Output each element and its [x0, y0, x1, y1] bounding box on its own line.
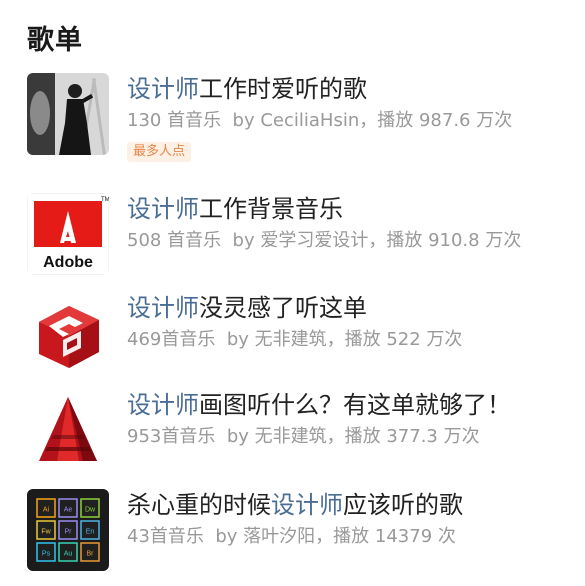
playlist-item[interactable]: Adobe TM 设计师工作背景音乐 508 首音乐 by 爱学习爱设计，播放 …: [0, 193, 585, 289]
adobe-logo-icon: Adobe TM: [27, 193, 109, 275]
app-tile-icon: En: [80, 520, 100, 540]
title-text: 杀心重的时候: [127, 491, 271, 519]
play-count: 播放 910.8 万次: [386, 230, 522, 251]
playlist-item[interactable]: Ai Ae Dw Fw Pr En Ps Au Br 杀心重的时候设计师应该听的歌 43首音乐 …: [0, 489, 585, 586]
app-tile-icon: Dw: [80, 498, 100, 518]
title-text: 工作背景音乐: [199, 195, 343, 223]
adobe-suite-grid-icon: Ai Ae Dw Fw Pr En Ps Au Br: [27, 489, 109, 571]
playlist-meta: 953首音乐 by 无非建筑，播放 377.3 万次: [127, 424, 575, 450]
track-count: 130 首音乐: [127, 110, 222, 131]
app-tile-label: Dw: [85, 507, 96, 514]
playlist-title[interactable]: 设计师画图听什么？有这单就够了！: [127, 389, 575, 421]
playlist-title[interactable]: 设计师没灵感了听这单: [127, 292, 575, 324]
playlist-cover: Ai Ae Dw Fw Pr En Ps Au Br: [27, 489, 109, 571]
photo-cover-icon: [27, 73, 109, 155]
app-tile-label: Pr: [65, 529, 73, 536]
by-label: by: [215, 526, 238, 547]
app-tile-icon: Pr: [58, 520, 78, 540]
by-label: by: [232, 230, 255, 251]
author-name[interactable]: 爱学习爱设计，: [260, 230, 386, 251]
title-text: 画图听什么？有这单就够了！: [199, 391, 511, 419]
author-name[interactable]: 落叶汐阳，: [243, 526, 333, 547]
title-highlight: 设计师: [127, 294, 199, 322]
playlist-item[interactable]: 设计师没灵感了听这单 469首音乐 by 无非建筑，播放 522 万次: [0, 292, 585, 388]
section-title: 歌单: [27, 25, 83, 56]
title-text: 工作时爱听的歌: [199, 75, 367, 103]
playlist-cover: Adobe TM: [27, 193, 109, 275]
app-tile-label: Ai: [43, 507, 50, 514]
playlist-item[interactable]: 设计师工作时爱听的歌 130 首音乐 by CeciliaHsin，播放 987…: [0, 73, 585, 185]
app-tile-icon: Fw: [36, 520, 56, 540]
play-count: 播放 14379 次: [333, 526, 456, 547]
popular-badge: 最多人点: [127, 142, 192, 162]
by-label: by: [232, 110, 255, 131]
by-label: by: [226, 329, 249, 350]
track-count: 953首音乐: [127, 426, 216, 447]
playlist-meta: 43首音乐 by 落叶汐阳，播放 14379 次: [127, 524, 575, 550]
app-tile-icon: Au: [58, 542, 78, 562]
play-count: 播放 987.6 万次: [377, 110, 513, 131]
playlist-cover: [27, 292, 109, 374]
app-tile-label: Au: [64, 551, 73, 558]
playlist-meta: 469首音乐 by 无非建筑，播放 522 万次: [127, 327, 575, 353]
author-name[interactable]: CeciliaHsin，: [260, 110, 377, 131]
app-tile-icon: Ae: [58, 498, 78, 518]
playlist-cover: [27, 389, 109, 471]
sketchup-logo-icon: [27, 292, 109, 374]
app-tile-icon: Br: [80, 542, 100, 562]
app-tile-icon: Ai: [36, 498, 56, 518]
play-count: 播放 522 万次: [344, 329, 463, 350]
play-count: 播放 377.3 万次: [344, 426, 480, 447]
trademark-mark: TM: [101, 197, 109, 203]
playlist-meta: 130 首音乐 by CeciliaHsin，播放 987.6 万次: [127, 108, 575, 134]
playlist-title[interactable]: 设计师工作时爱听的歌: [127, 73, 575, 105]
app-tile-label: Ps: [42, 551, 51, 558]
track-count: 508 首音乐: [127, 230, 222, 251]
author-name[interactable]: 无非建筑，: [255, 329, 345, 350]
title-text: 应该听的歌: [343, 491, 463, 519]
adobe-wordmark: Adobe: [43, 254, 93, 271]
autocad-logo-icon: [27, 389, 109, 471]
by-label: by: [226, 426, 249, 447]
playlist-cover: [27, 73, 109, 155]
title-highlight: 设计师: [127, 391, 199, 419]
track-count: 43首音乐: [127, 526, 204, 547]
playlist-meta: 508 首音乐 by 爱学习爱设计，播放 910.8 万次: [127, 228, 575, 254]
author-name[interactable]: 无非建筑，: [255, 426, 345, 447]
title-highlight: 设计师: [127, 75, 199, 103]
playlist-title[interactable]: 设计师工作背景音乐: [127, 193, 575, 225]
playlist-item[interactable]: 设计师画图听什么？有这单就够了！ 953首音乐 by 无非建筑，播放 377.3…: [0, 389, 585, 485]
track-count: 469首音乐: [127, 329, 216, 350]
title-text: 没灵感了听这单: [199, 294, 367, 322]
app-tile-label: Fw: [41, 529, 51, 536]
app-tile-label: En: [86, 529, 95, 536]
playlist-title[interactable]: 杀心重的时候设计师应该听的歌: [127, 489, 575, 521]
app-tile-label: Br: [87, 551, 95, 558]
app-tile-label: Ae: [64, 507, 73, 514]
title-highlight: 设计师: [271, 491, 343, 519]
title-highlight: 设计师: [127, 195, 199, 223]
app-tile-icon: Ps: [36, 542, 56, 562]
